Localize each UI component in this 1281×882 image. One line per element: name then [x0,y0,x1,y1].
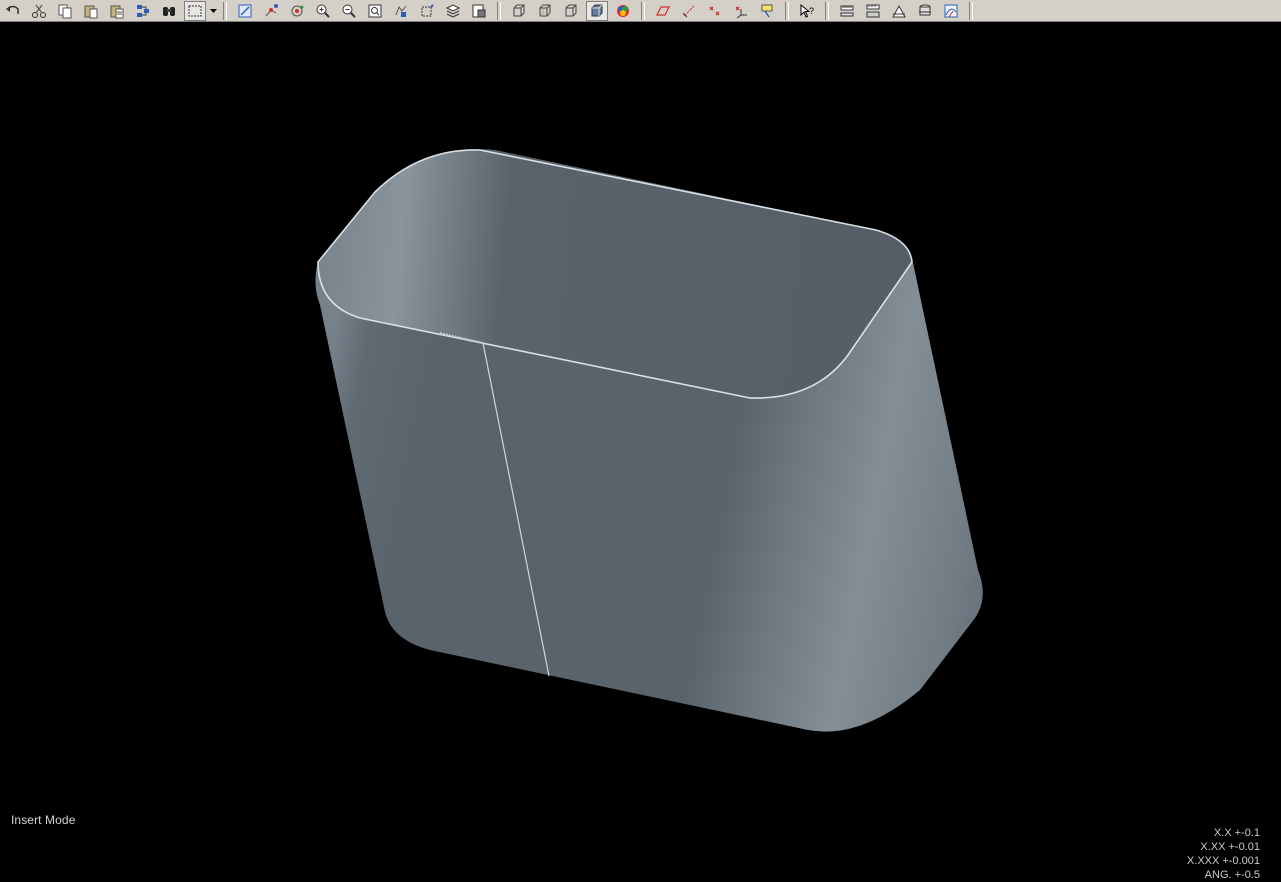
regenerate-icon[interactable] [132,1,154,21]
measure-icon[interactable] [836,1,858,21]
tolerance-three-decimal: X.XXX +-0.001 [1186,855,1260,867]
saved-views-icon[interactable] [416,1,438,21]
shading-icon[interactable] [586,0,608,21]
curvature-icon[interactable] [940,1,962,21]
find-icon[interactable] [158,1,180,21]
tolerance-angular: ANG. +-0.5 [1204,869,1260,881]
graphics-window[interactable]: Insert Mode X.X +-0.1 X.XX +-0.01 X.XXX … [0,23,1281,881]
model-3d-view[interactable] [0,23,1281,865]
no-hidden-icon[interactable] [560,1,582,21]
layers-icon[interactable] [442,1,464,21]
main-toolbar: ? [0,0,1281,22]
hidden-line-icon[interactable] [534,1,556,21]
toolbar-group-edit [0,0,218,21]
toolbar-separator [969,1,973,20]
model-analysis-icon[interactable] [862,1,884,21]
toolbar-separator [497,1,501,20]
sketch-icon[interactable] [234,1,256,21]
datum-axis-icon[interactable] [260,1,282,21]
datum-points-icon[interactable] [704,1,726,21]
toolbar-separator [785,1,789,20]
toolbar-separator [223,1,227,20]
toolbar-group-help: ? [794,1,820,21]
cut-icon[interactable] [28,1,50,21]
paste-icon[interactable] [80,1,102,21]
view-manager-icon[interactable] [468,1,490,21]
datum-planes-icon[interactable] [652,1,674,21]
datum-axes-icon[interactable] [678,1,700,21]
refit-icon[interactable] [364,1,386,21]
draft-icon[interactable] [888,1,910,21]
toolbar-group-display [506,0,636,21]
tolerance-one-decimal: X.X +-0.1 [1213,827,1260,839]
reorient-icon[interactable] [390,1,412,21]
spin-center-icon[interactable] [286,1,308,21]
tolerance-table: X.X +-0.1 X.XX +-0.01 X.XXX +-0.001 ANG.… [1140,826,1260,882]
appearance-icon[interactable] [612,1,634,21]
paste-special-icon[interactable] [106,1,128,21]
section-icon[interactable] [914,1,936,21]
selection-box-icon[interactable] [184,0,206,21]
toolbar-group-datum [650,1,780,21]
toolbar-separator [825,1,829,20]
zoom-in-icon[interactable] [312,1,334,21]
toolbar-separator [641,1,645,20]
mode-indicator: Insert Mode [11,813,76,827]
wireframe-icon[interactable] [508,1,530,21]
tolerance-two-decimal: X.XX +-0.01 [1200,841,1260,853]
svg-text:?: ? [809,6,814,16]
coordinate-systems-icon[interactable] [730,1,752,21]
selection-dropdown-arrow-icon[interactable] [208,1,218,21]
zoom-out-icon[interactable] [338,1,360,21]
context-help-icon[interactable]: ? [796,1,818,21]
toolbar-group-analysis [834,1,964,21]
undo-icon[interactable] [2,1,24,21]
toolbar-group-view [232,1,492,21]
copy-icon[interactable] [54,1,76,21]
annotations-icon[interactable] [756,1,778,21]
